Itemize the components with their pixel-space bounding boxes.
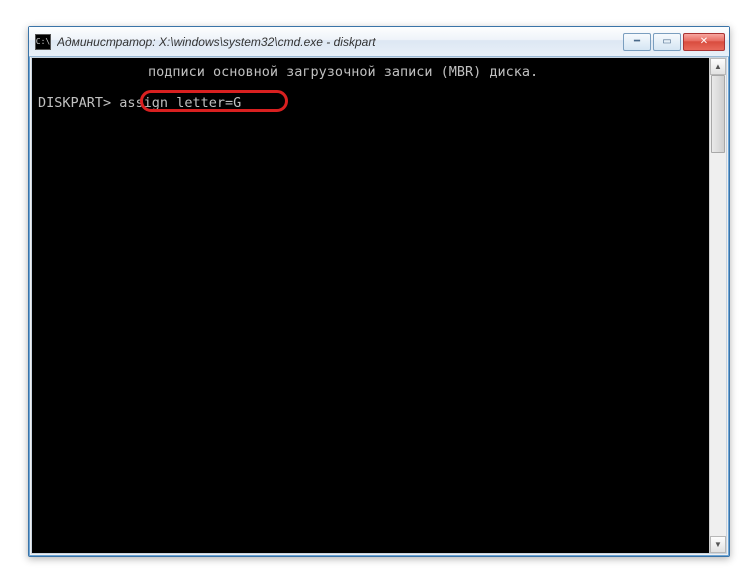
cmd-icon: C:\: [35, 34, 51, 50]
console-text-line: подписи основной загрузочной записи (MBR…: [148, 64, 703, 81]
titlebar[interactable]: C:\ Администратор: X:\windows\system32\c…: [29, 27, 729, 57]
cursor: _: [241, 95, 249, 111]
close-icon: ✕: [700, 36, 708, 47]
prompt-text: DISKPART>: [38, 95, 111, 111]
console-output[interactable]: подписи основной загрузочной записи (MBR…: [32, 58, 709, 553]
cmd-icon-label: C:\: [36, 37, 50, 46]
maximize-button[interactable]: ▭: [653, 33, 681, 51]
maximize-icon: ▭: [662, 36, 671, 47]
scroll-track[interactable]: [710, 75, 726, 536]
close-button[interactable]: ✕: [683, 33, 725, 51]
window-controls: ━ ▭ ✕: [623, 33, 725, 51]
chevron-up-icon: ▲: [714, 62, 722, 71]
console-prompt-line: DISKPART> assign letter=G_: [38, 95, 703, 112]
scroll-thumb[interactable]: [711, 75, 725, 153]
scroll-down-button[interactable]: ▼: [710, 536, 726, 553]
minimize-button[interactable]: ━: [623, 33, 651, 51]
client-area: подписи основной загрузочной записи (MBR…: [31, 57, 727, 554]
chevron-down-icon: ▼: [714, 540, 722, 549]
scroll-up-button[interactable]: ▲: [710, 58, 726, 75]
command-text: assign letter=G: [119, 95, 241, 111]
cmd-window: C:\ Администратор: X:\windows\system32\c…: [28, 26, 730, 557]
vertical-scrollbar[interactable]: ▲ ▼: [709, 58, 726, 553]
minimize-icon: ━: [634, 36, 640, 47]
window-title: Администратор: X:\windows\system32\cmd.e…: [57, 35, 623, 49]
